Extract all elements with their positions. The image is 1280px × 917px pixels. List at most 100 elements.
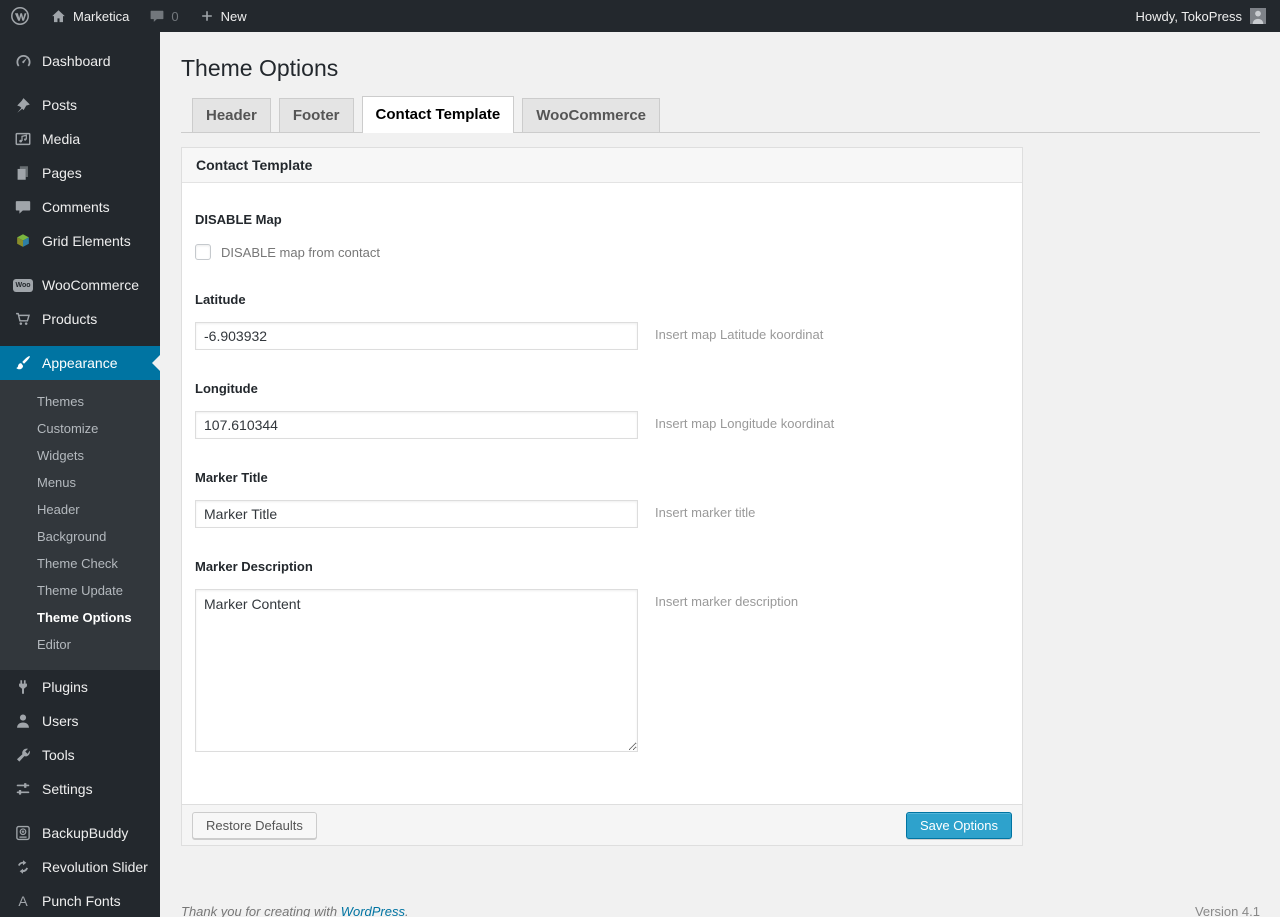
- save-options-button[interactable]: Save Options: [905, 811, 1012, 839]
- backup-drive-icon: [13, 823, 33, 843]
- restore-defaults-button[interactable]: Restore Defaults: [192, 811, 317, 839]
- tab-footer[interactable]: Footer: [278, 98, 354, 132]
- submenu-item-theme-check[interactable]: Theme Check: [0, 550, 160, 577]
- submenu-item-menus[interactable]: Menus: [0, 469, 160, 496]
- comments-count: 0: [171, 8, 179, 24]
- pages-icon: [13, 163, 33, 183]
- sidebar-item-comments[interactable]: Comments: [0, 190, 160, 224]
- submenu-item-theme-update[interactable]: Theme Update: [0, 577, 160, 604]
- sidebar-item-revolution-slider[interactable]: Revolution Slider: [0, 850, 160, 884]
- sidebar-item-woocommerce[interactable]: Woo WooCommerce: [0, 268, 160, 302]
- cart-icon: [13, 309, 33, 329]
- field-label: Latitude: [195, 292, 246, 307]
- refresh-arrows-icon: [13, 857, 33, 877]
- home-icon: [50, 8, 67, 25]
- page-title: Theme Options: [181, 55, 339, 81]
- pushpin-icon: [13, 95, 33, 115]
- sidebar-item-label: Users: [42, 713, 79, 729]
- sidebar-item-label: Posts: [42, 97, 78, 113]
- tab-contact-template[interactable]: Contact Template: [361, 96, 515, 133]
- comments-menu[interactable]: 0: [139, 0, 188, 32]
- sidebar-item-label: Media: [42, 131, 81, 147]
- marker-title-field: Marker Title Insert marker title: [195, 470, 1009, 528]
- footer-thanks-text: Thank you for creating with WordPress.: [181, 904, 409, 917]
- tab-header[interactable]: Header: [192, 98, 271, 132]
- woocommerce-badge-icon: Woo: [13, 275, 33, 295]
- marker-description-textarea[interactable]: Marker Content: [195, 589, 638, 752]
- sidebar-item-appearance[interactable]: Appearance: [0, 346, 160, 380]
- longitude-field: Longitude Insert map Longitude koordinat: [195, 381, 1009, 439]
- sidebar-item-grid-elements[interactable]: Grid Elements: [0, 224, 160, 258]
- marker-description-field: Marker Description Marker Content Insert…: [195, 559, 1009, 752]
- wrench-icon: [13, 745, 33, 765]
- submenu-item-header[interactable]: Header: [0, 496, 160, 523]
- sidebar-item-punch-fonts[interactable]: A Punch Fonts: [0, 884, 160, 917]
- sidebar-item-users[interactable]: Users: [0, 704, 160, 738]
- checkbox-label: DISABLE map from contact: [221, 244, 380, 260]
- plus-icon: [199, 8, 215, 24]
- grid-elements-cube-icon: [13, 231, 33, 251]
- sidebar-item-pages[interactable]: Pages: [0, 156, 160, 190]
- contact-template-panel: Contact Template DISABLE Map DISABLE map…: [181, 147, 1023, 805]
- wordpress-link[interactable]: WordPress: [341, 904, 405, 917]
- howdy-text[interactable]: Howdy, TokoPress: [1136, 9, 1242, 24]
- menu-separator: [0, 258, 160, 268]
- latitude-input[interactable]: [195, 322, 638, 350]
- sidebar-item-label: Products: [42, 311, 98, 327]
- submenu-item-theme-options[interactable]: Theme Options: [0, 604, 160, 631]
- sidebar-item-label: Tools: [42, 747, 75, 763]
- sidebar-item-plugins[interactable]: Plugins: [0, 670, 160, 704]
- paintbrush-icon: [13, 353, 33, 373]
- sidebar-item-media[interactable]: Media: [0, 122, 160, 156]
- plug-icon: [13, 677, 33, 697]
- media-icon: [13, 129, 33, 149]
- content-area: Theme Options Header Footer Contact Temp…: [160, 32, 1280, 917]
- user-icon: [13, 711, 33, 731]
- marker-title-input[interactable]: [195, 500, 638, 528]
- field-hint: Insert map Latitude koordinat: [655, 327, 824, 342]
- panel-footer: Restore Defaults Save Options: [181, 805, 1023, 846]
- panel-header: Contact Template: [182, 148, 1022, 183]
- longitude-input[interactable]: [195, 411, 638, 439]
- sidebar-item-backupbuddy[interactable]: BackupBuddy: [0, 816, 160, 850]
- page-footer: Thank you for creating with WordPress. V…: [181, 904, 1260, 917]
- sidebar-item-dashboard[interactable]: Dashboard: [0, 44, 160, 78]
- field-label: Marker Description: [195, 559, 313, 574]
- menu-separator: [0, 78, 160, 88]
- field-label: Marker Title: [195, 470, 268, 485]
- sidebar-item-label: Revolution Slider: [42, 859, 148, 875]
- sliders-icon: [13, 779, 33, 799]
- sidebar-item-label: Grid Elements: [42, 233, 131, 249]
- sidebar-item-label: WooCommerce: [42, 277, 139, 293]
- submenu-item-editor[interactable]: Editor: [0, 631, 160, 658]
- tab-bar: Header Footer Contact Template WooCommer…: [181, 96, 1260, 133]
- panel-body: DISABLE Map DISABLE map from contact Lat…: [182, 183, 1022, 804]
- avatar[interactable]: [1250, 8, 1266, 24]
- sidebar-item-tools[interactable]: Tools: [0, 738, 160, 772]
- sidebar-item-label: Punch Fonts: [42, 893, 121, 909]
- letter-a-icon: A: [18, 893, 28, 909]
- comment-bubble-icon: [149, 8, 165, 24]
- appearance-submenu: Themes Customize Widgets Menus Header Ba…: [0, 380, 160, 670]
- tab-woocommerce[interactable]: WooCommerce: [522, 98, 661, 132]
- sidebar-item-label: Appearance: [42, 355, 118, 371]
- sidebar-item-label: Dashboard: [42, 53, 111, 69]
- sidebar-item-settings[interactable]: Settings: [0, 772, 160, 806]
- field-label: DISABLE Map: [195, 212, 282, 227]
- field-label: Longitude: [195, 381, 258, 396]
- sidebar-item-label: Settings: [42, 781, 93, 797]
- sidebar-item-label: Comments: [42, 199, 110, 215]
- submenu-item-customize[interactable]: Customize: [0, 415, 160, 442]
- sidebar-item-posts[interactable]: Posts: [0, 88, 160, 122]
- field-hint: Insert marker title: [655, 505, 756, 520]
- disable-map-checkbox[interactable]: [195, 244, 211, 260]
- submenu-item-widgets[interactable]: Widgets: [0, 442, 160, 469]
- submenu-item-themes[interactable]: Themes: [0, 388, 160, 415]
- wordpress-logo-menu[interactable]: [0, 0, 40, 32]
- sidebar-item-label: Plugins: [42, 679, 88, 695]
- comment-bubble-icon: [13, 197, 33, 217]
- submenu-item-background[interactable]: Background: [0, 523, 160, 550]
- sidebar-item-products[interactable]: Products: [0, 302, 160, 336]
- site-name-menu[interactable]: Marketica: [40, 0, 139, 32]
- new-menu[interactable]: New: [189, 0, 257, 32]
